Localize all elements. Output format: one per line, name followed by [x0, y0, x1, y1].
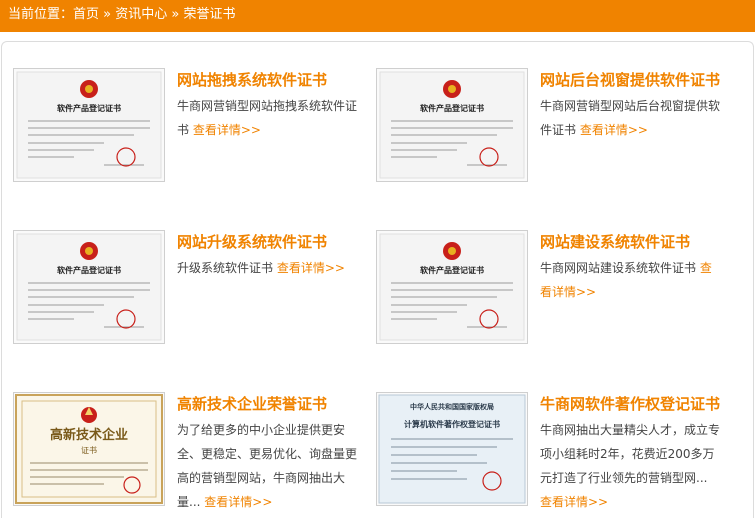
certificate-description: 牛商网网站建设系统软件证书 查看详情>>: [540, 256, 720, 304]
certificate-subheading: 证书: [81, 445, 97, 455]
certificate-issuer: 中华人民共和国国家版权局: [410, 402, 494, 411]
certificate-item: 软件产品登记证书 网站建设系统软件证书 牛商网网站建设系统软件证书 查看详情>>: [376, 230, 736, 346]
certificate-heading: 软件产品登记证书: [57, 103, 121, 113]
breadcrumb-current: 荣誉证书: [183, 7, 236, 22]
view-details-link[interactable]: 查看详情>>: [277, 261, 345, 275]
certificate-title-link[interactable]: 网站升级系统软件证书: [177, 231, 373, 253]
certificate-description: 为了给更多的中小企业提供更安全、更稳定、更易优化、询盘量更高的营销型网站，牛商网…: [177, 418, 357, 514]
copyright-certificate-image: 中华人民共和国国家版权局 计算机软件著作权登记证书: [378, 394, 526, 504]
certificate-thumbnail[interactable]: 软件产品登记证书: [376, 230, 528, 344]
certificate-item: 软件产品登记证书 网站拖拽系统软件证书 牛商网营销型网站拖拽系统软件证书 查看详…: [13, 68, 373, 184]
breadcrumb-separator: »: [99, 7, 116, 22]
certificate-heading: 高新技术企业: [50, 427, 128, 443]
certificate-thumbnail[interactable]: 软件产品登记证书: [13, 230, 165, 344]
certificate-thumbnail[interactable]: 中华人民共和国国家版权局 计算机软件著作权登记证书: [376, 392, 528, 506]
certificate-heading: 计算机软件著作权登记证书: [404, 419, 500, 429]
certificate-thumbnail[interactable]: 软件产品登记证书: [13, 68, 165, 182]
breadcrumb-bar: 当前位置：首页 » 资讯中心 » 荣誉证书: [0, 0, 755, 32]
certificate-description: 牛商网抽出大量精尖人才，成立专项小组耗时2年，花费近200多万元打造了行业领先的…: [540, 418, 720, 514]
certificate-item: 软件产品登记证书 网站后台视窗提供软件证书 牛商网营销型网站后台视窗提供软件证书…: [376, 68, 736, 184]
view-details-link[interactable]: 查看详情>>: [580, 123, 648, 137]
certificate-description: 牛商网营销型网站后台视窗提供软件证书 查看详情>>: [540, 94, 720, 142]
certificate-title-link[interactable]: 牛商网软件著作权登记证书: [540, 393, 736, 415]
certificate-thumbnail[interactable]: 软件产品登记证书: [376, 68, 528, 182]
certificate-heading: 软件产品登记证书: [57, 265, 121, 275]
certificate-thumbnail[interactable]: 高新技术企业 证书: [13, 392, 165, 506]
certificate-item: 中华人民共和国国家版权局 计算机软件著作权登记证书 牛商网软件著作权登记证书 牛…: [376, 392, 736, 509]
certificate-description-text: 牛商网网站建设系统软件证书: [540, 261, 697, 275]
certificate-item: 软件产品登记证书 网站升级系统软件证书 升级系统软件证书 查看详情>>: [13, 230, 373, 346]
certificate-title-link[interactable]: 网站拖拽系统软件证书: [177, 69, 373, 91]
certificate-heading: 软件产品登记证书: [420, 103, 484, 113]
certificate-description-text: 牛商网抽出大量精尖人才，成立专项小组耗时2年，花费近200多万元打造了行业领先的…: [540, 423, 721, 485]
certificate-title-link[interactable]: 网站后台视窗提供软件证书: [540, 69, 736, 91]
breadcrumb-info-center-link[interactable]: 资讯中心: [115, 0, 167, 30]
certificate-title-link[interactable]: 高新技术企业荣誉证书: [177, 393, 373, 415]
breadcrumb-home-link[interactable]: 首页: [73, 0, 99, 30]
certificate-heading: 软件产品登记证书: [420, 265, 484, 275]
software-certificate-image: 软件产品登记证书: [379, 71, 525, 179]
view-details-link[interactable]: 查看详情>>: [204, 495, 272, 509]
software-certificate-image: 软件产品登记证书: [379, 233, 525, 341]
view-details-link[interactable]: 查看详情>>: [540, 495, 608, 509]
breadcrumb-separator: »: [167, 7, 184, 22]
certificate-description-text: 升级系统软件证书: [177, 261, 274, 275]
certificate-item: 高新技术企业 证书 高新技术企业荣誉证书 为了给更多的中小企业提供更安全、更稳定…: [13, 392, 373, 509]
breadcrumb: 当前位置：首页 » 资讯中心 » 荣誉证书: [0, 0, 755, 30]
view-details-link[interactable]: 查看详情>>: [193, 123, 261, 137]
certificate-description: 升级系统软件证书 查看详情>>: [177, 256, 357, 280]
high-tech-certificate-image: 高新技术企业 证书: [15, 394, 163, 504]
certificate-title-link[interactable]: 网站建设系统软件证书: [540, 231, 736, 253]
software-certificate-image: 软件产品登记证书: [16, 71, 162, 179]
software-certificate-image: 软件产品登记证书: [16, 233, 162, 341]
certificate-description: 牛商网营销型网站拖拽系统软件证书 查看详情>>: [177, 94, 357, 142]
certificate-list-panel: 软件产品登记证书 网站拖拽系统软件证书 牛商网营销型网站拖拽系统软件证书 查看详…: [1, 41, 754, 518]
breadcrumb-prefix: 当前位置：: [8, 7, 74, 22]
